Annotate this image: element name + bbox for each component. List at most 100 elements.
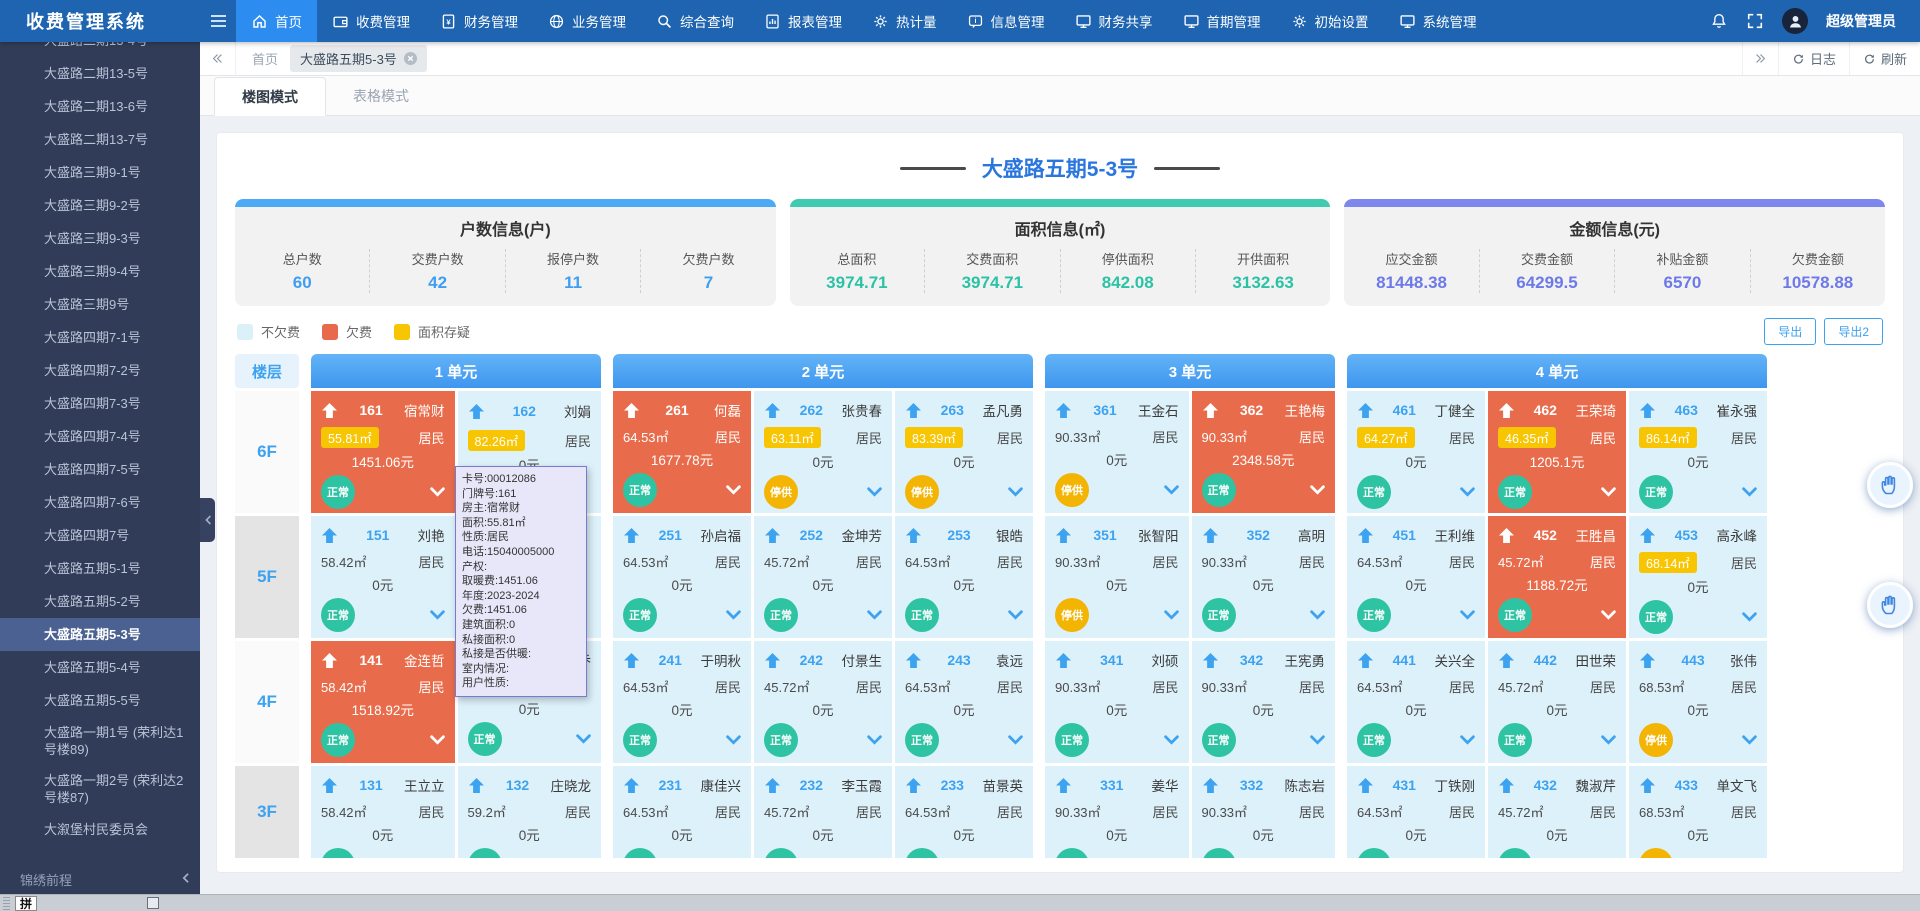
status-badge[interactable]: 正常 (1357, 598, 1391, 632)
nav-item-finance-share[interactable]: 财务共享 (1060, 0, 1168, 42)
sidebar-item[interactable]: 大溆堡村民委员会 (0, 813, 200, 846)
status-badge[interactable]: 正常 (623, 848, 657, 858)
bell-icon[interactable] (1710, 12, 1728, 30)
chevron-down-icon[interactable] (1601, 610, 1616, 620)
sidebar-item[interactable]: 大盛路五期5-5号 (0, 684, 200, 717)
chevron-down-icon[interactable] (1310, 735, 1325, 745)
unit-cell[interactable]: 451王利维64.53㎡居民0元正常 (1347, 516, 1485, 638)
status-badge[interactable]: 正常 (1055, 723, 1089, 757)
sidebar-item[interactable]: 大盛路三期9-2号 (0, 189, 200, 222)
close-icon[interactable] (404, 52, 417, 65)
sidebar-item[interactable]: 大盛路四期7-3号 (0, 387, 200, 420)
status-badge[interactable]: 正常 (623, 723, 657, 757)
status-badge[interactable]: 正常 (1498, 723, 1532, 757)
unit-cell[interactable]: 161宿常财55.81㎡居民1451.06元正常 (311, 391, 455, 513)
chevron-down-icon[interactable] (726, 610, 741, 620)
status-badge[interactable]: 正常 (1357, 723, 1391, 757)
status-badge[interactable]: 正常 (1639, 600, 1673, 634)
unit-cell[interactable]: 362王艳梅90.33㎡居民2348.58元正常 (1192, 391, 1336, 513)
unit-cell[interactable]: 151刘艳58.42㎡居民0元正常 (311, 516, 455, 638)
taskbar-grip[interactable] (3, 897, 10, 910)
status-badge[interactable]: 停供 (1055, 598, 1089, 632)
floating-hand-button-1[interactable] (1867, 462, 1913, 508)
unit-cell[interactable]: 443张伟68.53㎡居民0元停供 (1629, 641, 1767, 763)
unit-cell[interactable]: 461丁健全64.27㎡居民0元正常 (1347, 391, 1485, 513)
sidebar-item[interactable]: 大盛路五期5-3号 (0, 618, 200, 651)
status-badge[interactable]: 正常 (468, 848, 502, 858)
chevron-down-icon[interactable] (1310, 485, 1325, 495)
chevron-down-icon[interactable] (1164, 610, 1179, 620)
tab-home[interactable]: 首页 (252, 49, 278, 68)
chevron-down-icon[interactable] (1164, 735, 1179, 745)
sidebar-item[interactable]: 大盛路四期7-4号 (0, 420, 200, 453)
sidebar-item[interactable]: 大盛路四期7-2号 (0, 354, 200, 387)
status-badge[interactable]: 正常 (321, 723, 355, 757)
sidebar-item[interactable]: 大盛路五期5-1号 (0, 552, 200, 585)
chevron-down-icon[interactable] (1460, 735, 1475, 745)
view-tab-0[interactable]: 楼图模式 (214, 77, 326, 116)
tabs-scroll-right-icon[interactable] (1742, 42, 1778, 75)
sidebar-item[interactable]: 大盛路三期9-1号 (0, 156, 200, 189)
sidebar-item[interactable]: 大盛路二期13-7号 (0, 123, 200, 156)
nav-item-finance[interactable]: ¥财务管理 (425, 0, 533, 42)
unit-cell[interactable]: 432魏淑芹45.72㎡居民0元正常 (1488, 766, 1626, 858)
chevron-down-icon[interactable] (1310, 610, 1325, 620)
status-badge[interactable]: 正常 (1498, 475, 1532, 509)
sidebar-item[interactable]: 大盛路四期7-5号 (0, 453, 200, 486)
sidebar-item[interactable]: 大盛路二期13-5号 (0, 57, 200, 90)
status-badge[interactable]: 正常 (764, 848, 798, 858)
chevron-down-icon[interactable] (1460, 487, 1475, 497)
unit-cell[interactable]: 463崔永强86.14㎡居民0元正常 (1629, 391, 1767, 513)
nav-item-system[interactable]: 系统管理 (1384, 0, 1492, 42)
sidebar-collapse-handle[interactable] (200, 498, 215, 542)
avatar[interactable] (1782, 8, 1808, 34)
status-badge[interactable]: 正常 (905, 723, 939, 757)
sidebar-item[interactable]: 大盛路三期9-3号 (0, 222, 200, 255)
sidebar-footer[interactable]: 锦绣前程 (0, 865, 200, 893)
status-badge[interactable]: 正常 (1357, 848, 1391, 858)
status-badge[interactable]: 停供 (1639, 848, 1673, 858)
unit-cell[interactable]: 252金坤芳45.72㎡居民0元正常 (754, 516, 892, 638)
unit-cell[interactable]: 253银皓64.53㎡居民0元正常 (895, 516, 1033, 638)
sidebar-item[interactable]: 大盛路四期7号 (0, 519, 200, 552)
unit-cell[interactable]: 332陈志岩90.33㎡居民0元正常 (1192, 766, 1336, 858)
status-badge[interactable]: 正常 (321, 475, 355, 509)
status-badge[interactable]: 正常 (1202, 598, 1236, 632)
status-badge[interactable]: 正常 (1055, 848, 1089, 858)
unit-cell[interactable]: 341刘硕90.33㎡居民0元正常 (1045, 641, 1189, 763)
sidebar-item[interactable]: 大盛路二期13-6号 (0, 90, 200, 123)
chevron-down-icon[interactable] (1742, 735, 1757, 745)
chevron-down-icon[interactable] (430, 610, 445, 620)
status-badge[interactable]: 正常 (321, 598, 355, 632)
unit-cell[interactable]: 342王宪勇90.33㎡居民0元正常 (1192, 641, 1336, 763)
nav-item-query[interactable]: 综合查询 (641, 0, 749, 42)
chevron-down-icon[interactable] (1742, 612, 1757, 622)
unit-cell[interactable]: 141金连哲58.42㎡居民1518.92元正常 (311, 641, 455, 763)
chevron-down-icon[interactable] (1008, 487, 1023, 497)
status-badge[interactable]: 停供 (1639, 723, 1673, 757)
log-button[interactable]: 日志 (1778, 42, 1849, 75)
taskbar-tool-icon[interactable] (147, 897, 159, 909)
nav-item-business[interactable]: 业务管理 (533, 0, 641, 42)
unit-cell[interactable]: 361王金石90.33㎡居民0元停供 (1045, 391, 1189, 513)
chevron-down-icon[interactable] (867, 735, 882, 745)
sidebar-item[interactable]: 大盛路一期1号 (荣利达1号楼89) (0, 717, 200, 765)
unit-cell[interactable]: 242付景生45.72㎡居民0元正常 (754, 641, 892, 763)
status-badge[interactable]: 停供 (905, 475, 939, 509)
nav-item-heat[interactable]: 热计量 (857, 0, 952, 42)
status-badge[interactable]: 正常 (1357, 475, 1391, 509)
chevron-down-icon[interactable] (867, 487, 882, 497)
status-badge[interactable]: 正常 (905, 598, 939, 632)
chevron-down-icon[interactable] (576, 734, 591, 744)
status-badge[interactable]: 正常 (1202, 723, 1236, 757)
sidebar-item[interactable]: 大盛路二期13-4号 (0, 42, 200, 57)
status-badge[interactable]: 正常 (905, 848, 939, 858)
sidebar-item[interactable]: 大盛路三期9号 (0, 288, 200, 321)
nav-item-info[interactable]: i信息管理 (952, 0, 1060, 42)
chevron-down-icon[interactable] (1460, 610, 1475, 620)
unit-cell[interactable]: 442田世荣45.72㎡居民0元正常 (1488, 641, 1626, 763)
status-badge[interactable]: 正常 (468, 722, 502, 756)
chevron-down-icon[interactable] (1008, 735, 1023, 745)
chevron-down-icon[interactable] (726, 485, 741, 495)
chevron-down-icon[interactable] (430, 735, 445, 745)
